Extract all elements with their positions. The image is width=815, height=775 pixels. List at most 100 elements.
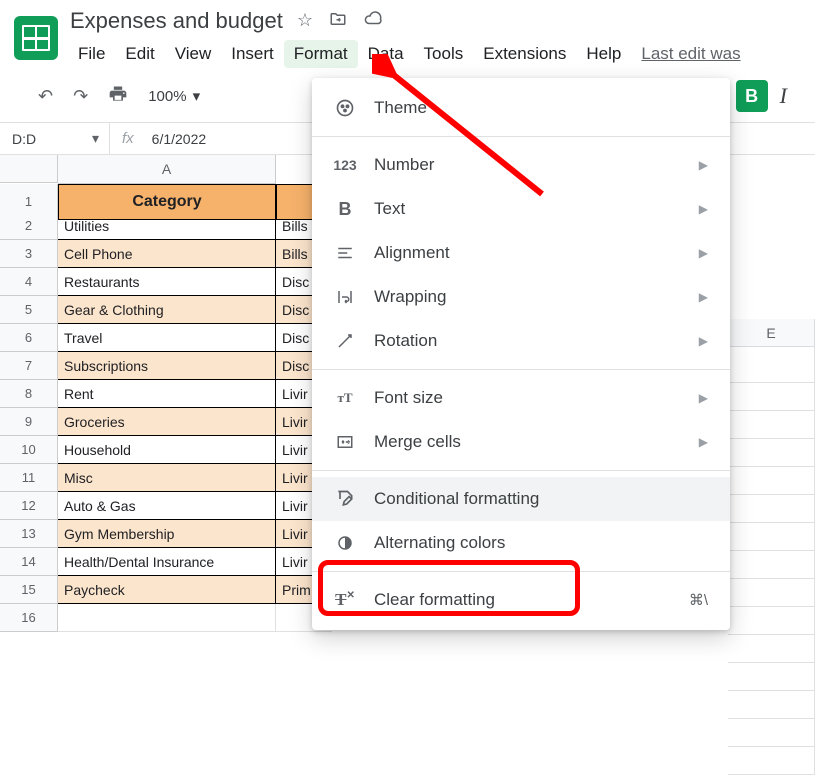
menu-item-text[interactable]: B Text ▶ (312, 187, 730, 231)
cell-E8[interactable] (728, 551, 815, 579)
cell-A6[interactable]: Travel (58, 324, 276, 352)
cell-E3[interactable] (728, 411, 815, 439)
menu-item-label: Number (374, 155, 434, 175)
row-header-7[interactable]: 7 (0, 352, 58, 380)
menu-tools[interactable]: Tools (414, 40, 474, 68)
row-header-2[interactable]: 2 (0, 212, 58, 240)
menu-item-theme[interactable]: Theme (312, 86, 730, 130)
zoom-select[interactable]: 100% ▾ (148, 87, 200, 105)
row-header-15[interactable]: 15 (0, 576, 58, 604)
sheets-app-icon[interactable] (14, 16, 58, 60)
cell-A10[interactable]: Household (58, 436, 276, 464)
menu-item-label: Conditional formatting (374, 489, 539, 509)
print-icon[interactable] (108, 84, 128, 109)
menu-item-merge-cells[interactable]: Merge cells ▶ (312, 420, 730, 464)
cell-E13[interactable] (728, 691, 815, 719)
row-header-5[interactable]: 5 (0, 296, 58, 324)
row-header-12[interactable]: 12 (0, 492, 58, 520)
cell-A4[interactable]: Restaurants (58, 268, 276, 296)
select-all-corner[interactable] (0, 155, 58, 183)
menu-item-alternating-colors[interactable]: Alternating colors (312, 521, 730, 565)
menu-item-rotation[interactable]: Rotation ▶ (312, 319, 730, 363)
row-header-16[interactable]: 16 (0, 604, 58, 632)
italic-button[interactable]: I (780, 83, 787, 109)
cell-E11[interactable] (728, 635, 815, 663)
menu-item-conditional-formatting[interactable]: Conditional formatting (312, 477, 730, 521)
cell-A14[interactable]: Health/Dental Insurance (58, 548, 276, 576)
alternating-colors-icon (334, 534, 356, 552)
redo-icon[interactable]: ↷ (73, 86, 88, 107)
cell-E14[interactable] (728, 719, 815, 747)
number-icon: 123 (334, 157, 356, 173)
cell-A3[interactable]: Cell Phone (58, 240, 276, 268)
formula-value[interactable]: 6/1/2022 (146, 131, 207, 147)
move-folder-icon[interactable] (329, 10, 347, 33)
zoom-value: 100% (148, 88, 186, 105)
cell-E6[interactable] (728, 495, 815, 523)
last-edit-link[interactable]: Last edit was (641, 44, 740, 64)
cell-A11[interactable]: Misc (58, 464, 276, 492)
cell-E9[interactable] (728, 579, 815, 607)
menu-data[interactable]: Data (358, 40, 414, 68)
cell-A5[interactable]: Gear & Clothing (58, 296, 276, 324)
menu-extensions[interactable]: Extensions (473, 40, 576, 68)
cell-E10[interactable] (728, 607, 815, 635)
row-header-3[interactable]: 3 (0, 240, 58, 268)
submenu-arrow-icon: ▶ (699, 435, 708, 449)
row-header-4[interactable]: 4 (0, 268, 58, 296)
menu-insert[interactable]: Insert (221, 40, 284, 68)
menu-item-wrapping[interactable]: Wrapping ▶ (312, 275, 730, 319)
cell-E1[interactable] (728, 347, 815, 383)
submenu-arrow-icon: ▶ (699, 290, 708, 304)
menu-bar: File Edit View Insert Format Data Tools … (68, 34, 801, 68)
keyboard-shortcut: ⌘\ (689, 591, 708, 609)
menu-item-number[interactable]: 123 Number ▶ (312, 143, 730, 187)
name-box[interactable]: D:D ▾ (0, 123, 110, 154)
cell-A15[interactable]: Paycheck (58, 576, 276, 604)
row-header-10[interactable]: 10 (0, 436, 58, 464)
col-header-A[interactable]: A (58, 155, 276, 184)
conditional-formatting-icon (334, 489, 356, 509)
cell-A8[interactable]: Rent (58, 380, 276, 408)
row-header-11[interactable]: 11 (0, 464, 58, 492)
menu-format[interactable]: Format (284, 40, 358, 68)
clear-formatting-icon: T✕ (334, 590, 356, 610)
row-header-9[interactable]: 9 (0, 408, 58, 436)
cell-E5[interactable] (728, 467, 815, 495)
star-icon[interactable]: ☆ (297, 10, 313, 33)
chevron-down-icon: ▾ (193, 87, 201, 105)
cell-A2[interactable]: Utilities (58, 212, 276, 240)
cell-E4[interactable] (728, 439, 815, 467)
alignment-icon (334, 244, 356, 262)
cloud-status-icon[interactable] (363, 10, 383, 33)
row-header-6[interactable]: 6 (0, 324, 58, 352)
cell-E7[interactable] (728, 523, 815, 551)
cell-A9[interactable]: Groceries (58, 408, 276, 436)
chevron-down-icon: ▾ (92, 130, 99, 147)
cell-A16[interactable] (58, 604, 276, 632)
menu-item-label: Clear formatting (374, 590, 495, 610)
cell-E15[interactable] (728, 747, 815, 775)
menu-view[interactable]: View (165, 40, 222, 68)
menu-item-clear-formatting[interactable]: T✕ Clear formatting ⌘\ (312, 578, 730, 622)
cell-A13[interactable]: Gym Membership (58, 520, 276, 548)
cell-A7[interactable]: Subscriptions (58, 352, 276, 380)
menu-file[interactable]: File (68, 40, 115, 68)
undo-icon[interactable]: ↶ (38, 86, 53, 107)
submenu-arrow-icon: ▶ (699, 246, 708, 260)
col-header-E[interactable]: E (728, 319, 815, 347)
name-box-value: D:D (12, 131, 36, 147)
font-size-icon: ᴛT (334, 390, 356, 406)
menu-edit[interactable]: Edit (115, 40, 164, 68)
row-header-8[interactable]: 8 (0, 380, 58, 408)
row-header-13[interactable]: 13 (0, 520, 58, 548)
document-title[interactable]: Expenses and budget (70, 8, 283, 34)
row-header-14[interactable]: 14 (0, 548, 58, 576)
cell-E12[interactable] (728, 663, 815, 691)
menu-item-font-size[interactable]: ᴛT Font size ▶ (312, 376, 730, 420)
cell-E2[interactable] (728, 383, 815, 411)
bold-button[interactable]: B (736, 80, 768, 112)
menu-item-alignment[interactable]: Alignment ▶ (312, 231, 730, 275)
cell-A12[interactable]: Auto & Gas (58, 492, 276, 520)
menu-help[interactable]: Help (576, 40, 631, 68)
